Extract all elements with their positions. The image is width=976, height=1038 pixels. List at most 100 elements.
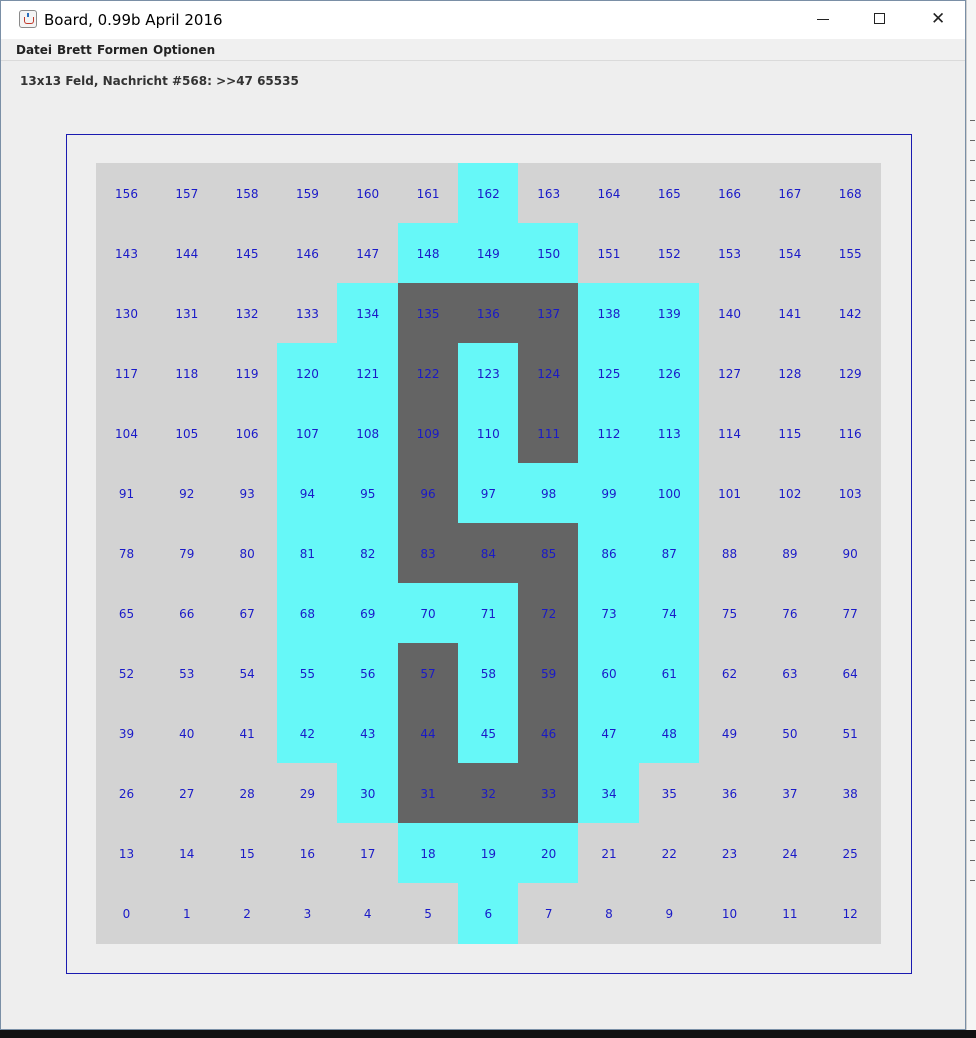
board-cell[interactable]: 106 — [216, 403, 278, 464]
board-cell[interactable]: 31 — [397, 763, 459, 824]
board-cell[interactable]: 56 — [337, 643, 399, 704]
menu-optionen[interactable]: Optionen — [153, 43, 215, 57]
board-cell[interactable]: 145 — [216, 223, 278, 284]
board-cell[interactable]: 95 — [337, 463, 399, 524]
board-cell[interactable]: 98 — [518, 463, 580, 524]
board-cell[interactable]: 146 — [276, 223, 338, 284]
board-cell[interactable]: 159 — [276, 163, 338, 224]
board-cell[interactable]: 88 — [699, 523, 761, 584]
board-cell[interactable]: 37 — [759, 763, 821, 824]
board-cell[interactable]: 92 — [156, 463, 218, 524]
board-cell[interactable]: 66 — [156, 583, 218, 644]
board-cell[interactable]: 25 — [819, 823, 881, 884]
board-cell[interactable]: 164 — [578, 163, 640, 224]
board-cell[interactable]: 108 — [337, 403, 399, 464]
board-cell[interactable]: 16 — [276, 823, 338, 884]
board-cell[interactable]: 8 — [578, 883, 640, 944]
board-cell[interactable]: 150 — [518, 223, 580, 284]
board-cell[interactable]: 77 — [819, 583, 881, 644]
board-cell[interactable]: 83 — [397, 523, 459, 584]
board-cell[interactable]: 142 — [819, 283, 881, 344]
board-cell[interactable]: 67 — [216, 583, 278, 644]
close-button[interactable]: ✕ — [909, 1, 967, 39]
board-cell[interactable]: 9 — [638, 883, 700, 944]
board-cell[interactable]: 72 — [518, 583, 580, 644]
board-cell[interactable]: 0 — [96, 883, 157, 944]
board-cell[interactable]: 158 — [216, 163, 278, 224]
board-cell[interactable]: 62 — [699, 643, 761, 704]
board-cell[interactable]: 93 — [216, 463, 278, 524]
board-cell[interactable]: 28 — [216, 763, 278, 824]
board-cell[interactable]: 154 — [759, 223, 821, 284]
board-cell[interactable]: 68 — [276, 583, 338, 644]
board-cell[interactable]: 151 — [578, 223, 640, 284]
board-cell[interactable]: 116 — [819, 403, 881, 464]
board-cell[interactable]: 101 — [699, 463, 761, 524]
minimize-button[interactable] — [793, 1, 851, 39]
board-cell[interactable]: 19 — [457, 823, 519, 884]
board-cell[interactable]: 52 — [96, 643, 157, 704]
board-cell[interactable]: 1 — [156, 883, 218, 944]
board-cell[interactable]: 134 — [337, 283, 399, 344]
board-cell[interactable]: 65 — [96, 583, 157, 644]
board-cell[interactable]: 118 — [156, 343, 218, 404]
board-cell[interactable]: 23 — [699, 823, 761, 884]
maximize-button[interactable] — [851, 1, 909, 39]
board-cell[interactable]: 32 — [457, 763, 519, 824]
board-cell[interactable]: 40 — [156, 703, 218, 764]
board-cell[interactable]: 41 — [216, 703, 278, 764]
board-cell[interactable]: 109 — [397, 403, 459, 464]
board-cell[interactable]: 104 — [96, 403, 157, 464]
board-cell[interactable]: 6 — [457, 883, 519, 944]
board-cell[interactable]: 54 — [216, 643, 278, 704]
board-cell[interactable]: 148 — [397, 223, 459, 284]
board-cell[interactable]: 144 — [156, 223, 218, 284]
board-cell[interactable]: 17 — [337, 823, 399, 884]
board-cell[interactable]: 139 — [638, 283, 700, 344]
board-cell[interactable]: 155 — [819, 223, 881, 284]
board-cell[interactable]: 73 — [578, 583, 640, 644]
board-cell[interactable]: 111 — [518, 403, 580, 464]
board-cell[interactable]: 137 — [518, 283, 580, 344]
board-cell[interactable]: 87 — [638, 523, 700, 584]
board-cell[interactable]: 102 — [759, 463, 821, 524]
board-cell[interactable]: 57 — [397, 643, 459, 704]
board-cell[interactable]: 161 — [397, 163, 459, 224]
board-cell[interactable]: 103 — [819, 463, 881, 524]
board-cell[interactable]: 122 — [397, 343, 459, 404]
board-cell[interactable]: 71 — [457, 583, 519, 644]
board-cell[interactable]: 75 — [699, 583, 761, 644]
menu-formen[interactable]: Formen — [97, 43, 148, 57]
board-cell[interactable]: 165 — [638, 163, 700, 224]
board-cell[interactable]: 59 — [518, 643, 580, 704]
board-cell[interactable]: 163 — [518, 163, 580, 224]
board-cell[interactable]: 20 — [518, 823, 580, 884]
board-cell[interactable]: 133 — [276, 283, 338, 344]
board-cell[interactable]: 86 — [578, 523, 640, 584]
board-cell[interactable]: 47 — [578, 703, 640, 764]
board-cell[interactable]: 91 — [96, 463, 157, 524]
board-cell[interactable]: 27 — [156, 763, 218, 824]
board-cell[interactable]: 39 — [96, 703, 157, 764]
board-cell[interactable]: 140 — [699, 283, 761, 344]
board-cell[interactable]: 120 — [276, 343, 338, 404]
board-cell[interactable]: 13 — [96, 823, 157, 884]
board-cell[interactable]: 135 — [397, 283, 459, 344]
board-grid[interactable]: 156 157 158 159 160 161 162 163 164 165 166 167 168 1… — [96, 163, 881, 944]
board-cell[interactable]: 89 — [759, 523, 821, 584]
board-cell[interactable]: 76 — [759, 583, 821, 644]
board-cell[interactable]: 15 — [216, 823, 278, 884]
board-cell[interactable]: 78 — [96, 523, 157, 584]
board-cell[interactable]: 79 — [156, 523, 218, 584]
menu-brett[interactable]: Brett — [57, 43, 92, 57]
board-cell[interactable]: 38 — [819, 763, 881, 824]
board-cell[interactable]: 18 — [397, 823, 459, 884]
board-cell[interactable]: 117 — [96, 343, 157, 404]
board-cell[interactable]: 48 — [638, 703, 700, 764]
board-cell[interactable]: 12 — [819, 883, 881, 944]
board-cell[interactable]: 60 — [578, 643, 640, 704]
board-cell[interactable]: 3 — [276, 883, 338, 944]
board-cell[interactable]: 131 — [156, 283, 218, 344]
board-cell[interactable]: 70 — [397, 583, 459, 644]
board-cell[interactable]: 26 — [96, 763, 157, 824]
